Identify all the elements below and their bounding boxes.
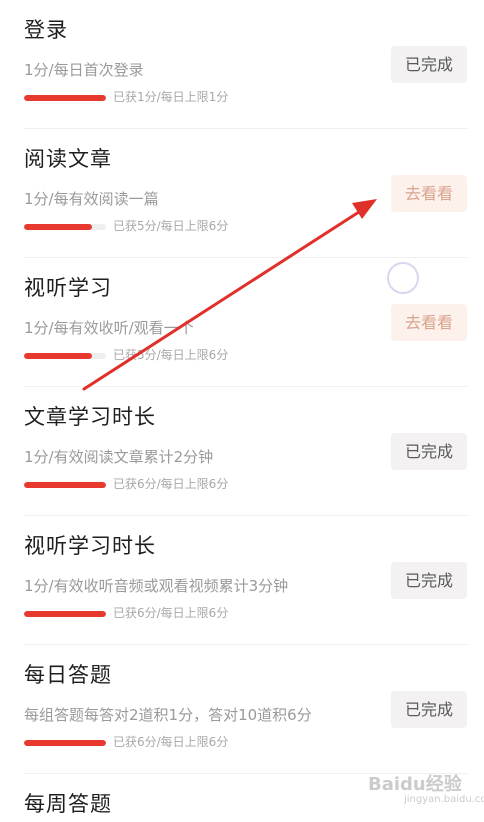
- task-description: 1分/有效收听音频或观看视频累计3分钟: [24, 577, 289, 595]
- task-progress-text: 已获6分/每日上限6分: [113, 606, 229, 620]
- task-completed-button[interactable]: 已完成: [391, 433, 467, 470]
- task-progress-fill: [24, 482, 106, 488]
- task-description: 1分/每有效收听/观看一个: [24, 319, 194, 337]
- task-progress-text: 已获6分/每日上限6分: [113, 735, 229, 749]
- task-progress-bar: [24, 95, 106, 101]
- task-description: 1分/有效阅读文章累计2分钟: [24, 448, 214, 466]
- loading-spinner-icon: [387, 262, 419, 294]
- watermark-sub: jingyan.baidu.com: [404, 794, 484, 805]
- task-item-article-duration: 文章学习时长 1分/有效阅读文章累计2分钟 已获6分/每日上限6分 已完成: [0, 387, 484, 515]
- task-progress-bar: [24, 353, 106, 359]
- task-progress-bar: [24, 611, 106, 617]
- task-completed-button[interactable]: 已完成: [391, 691, 467, 728]
- task-go-button[interactable]: 去看看: [391, 175, 467, 212]
- task-progress-text: 已获6分/每日上限6分: [113, 477, 229, 491]
- task-item-audio-video-duration: 视听学习时长 1分/有效收听音频或观看视频累计3分钟 已获6分/每日上限6分 已…: [0, 516, 484, 644]
- task-progress-fill: [24, 353, 93, 359]
- task-item-daily-quiz: 每日答题 每组答题每答对2道积1分，答对10道积6分 已获6分/每日上限6分 已…: [0, 645, 484, 773]
- task-title: 每日答题: [24, 663, 112, 687]
- task-title: 视听学习: [24, 276, 112, 300]
- task-title: 登录: [24, 18, 68, 42]
- watermark-text: Baidu经验: [368, 774, 462, 795]
- task-progress-text: 已获5分/每日上限6分: [113, 219, 229, 233]
- task-progress-bar: [24, 224, 106, 230]
- task-progress-text: 已获5分/每日上限6分: [113, 348, 229, 362]
- task-progress-fill: [24, 95, 106, 101]
- task-progress-bar: [24, 740, 106, 746]
- task-title: 文章学习时长: [24, 405, 156, 429]
- task-title: 阅读文章: [24, 147, 112, 171]
- task-title: 视听学习时长: [24, 534, 156, 558]
- task-description: 每组答题每答对2道积1分，答对10道积6分: [24, 706, 312, 724]
- task-completed-button[interactable]: 已完成: [391, 46, 467, 83]
- task-completed-button[interactable]: 已完成: [391, 562, 467, 599]
- task-item-login: 登录 1分/每日首次登录 已获1分/每日上限1分 已完成: [0, 0, 484, 128]
- task-item-read-article: 阅读文章 1分/每有效阅读一篇 已获5分/每日上限6分 去看看: [0, 129, 484, 257]
- task-go-button[interactable]: 去看看: [391, 304, 467, 341]
- task-progress-fill: [24, 740, 106, 746]
- task-progress-fill: [24, 224, 93, 230]
- task-description: 1分/每日首次登录: [24, 61, 144, 79]
- task-progress-fill: [24, 611, 106, 617]
- task-progress-text: 已获1分/每日上限1分: [113, 90, 229, 104]
- watermark-logo: Baidu经验 jingyan.baidu.com: [368, 770, 484, 805]
- task-description: 1分/每有效阅读一篇: [24, 190, 159, 208]
- task-progress-bar: [24, 482, 106, 488]
- task-title: 每周答题: [24, 792, 112, 816]
